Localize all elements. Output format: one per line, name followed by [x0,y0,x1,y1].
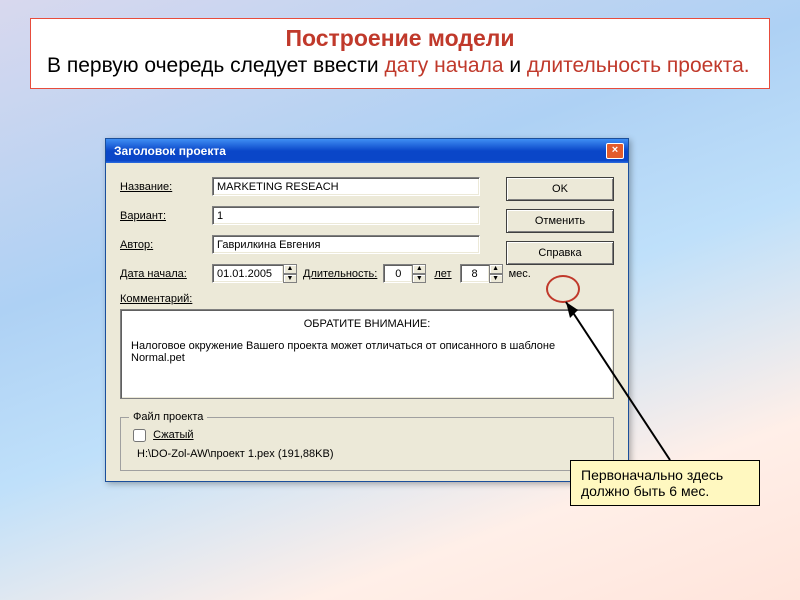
startdate-label: Дата начала: [120,268,212,280]
variant-label: Вариант: [120,210,212,222]
comment-title: ОБРАТИТЕ ВНИМАНИЕ: [131,318,603,330]
callout-text: Первоначально здесь должно быть 6 мес. [581,467,723,499]
author-input[interactable] [212,235,480,254]
dialog-title: Заголовок проекта [114,144,226,158]
months-stepper[interactable]: ▲▼ [489,264,503,283]
chevron-down-icon[interactable]: ▼ [283,274,297,284]
chevron-up-icon[interactable]: ▲ [412,264,426,274]
compressed-checkbox-label[interactable]: Сжатый [129,429,194,441]
chevron-down-icon[interactable]: ▼ [489,274,503,284]
chevron-up-icon[interactable]: ▲ [283,264,297,274]
chevron-down-icon[interactable]: ▼ [412,274,426,284]
name-label: Название: [120,181,212,193]
compressed-checkbox[interactable] [133,429,146,442]
startdate-stepper[interactable]: ▲▼ [283,264,297,283]
duration-label: Длительность: [303,268,377,280]
file-path: H:\DO-Zol-AW\проект 1.pex (191,88KB) [137,448,605,460]
years-stepper[interactable]: ▲▼ [412,264,426,283]
author-label: Автор: [120,239,212,251]
close-icon[interactable]: × [606,143,624,159]
file-project-legend: Файл проекта [129,411,207,423]
callout-note: Первоначально здесь должно быть 6 мес. [570,460,760,506]
instr-part1: В первую очередь следует ввести [47,54,384,77]
years-label: лет [434,268,451,280]
instruction-text: В первую очередь следует ввести дату нач… [47,54,753,78]
duration-months-input[interactable] [460,264,490,283]
cancel-button[interactable]: Отменить [506,209,614,233]
dialog-button-column: OK Отменить Справка [506,177,614,273]
project-header-dialog: Заголовок проекта × OK Отменить Справка … [105,138,629,482]
page-title: Построение модели [47,25,753,52]
help-button[interactable]: Справка [506,241,614,265]
file-project-group: Файл проекта Сжатый H:\DO-Zol-AW\проект … [120,411,614,471]
ok-button[interactable]: OK [506,177,614,201]
chevron-up-icon[interactable]: ▲ [489,264,503,274]
instr-highlight1: дату начала [384,54,503,77]
instr-highlight2: длительность проекта. [527,54,750,77]
compressed-text: Сжатый [153,429,194,441]
variant-input[interactable] [212,206,480,225]
startdate-input[interactable] [212,264,284,283]
instruction-header: Построение модели В первую очередь следу… [30,18,770,89]
name-input[interactable] [212,177,480,196]
instr-part2: и [504,54,527,77]
comment-label: Комментарий: [120,293,212,305]
dialog-titlebar[interactable]: Заголовок проекта × [106,139,628,163]
comment-body: Налоговое окружение Вашего проекта может… [131,340,603,364]
comment-textarea[interactable]: ОБРАТИТЕ ВНИМАНИЕ: Налоговое окружение В… [120,309,614,399]
duration-years-input[interactable] [383,264,413,283]
